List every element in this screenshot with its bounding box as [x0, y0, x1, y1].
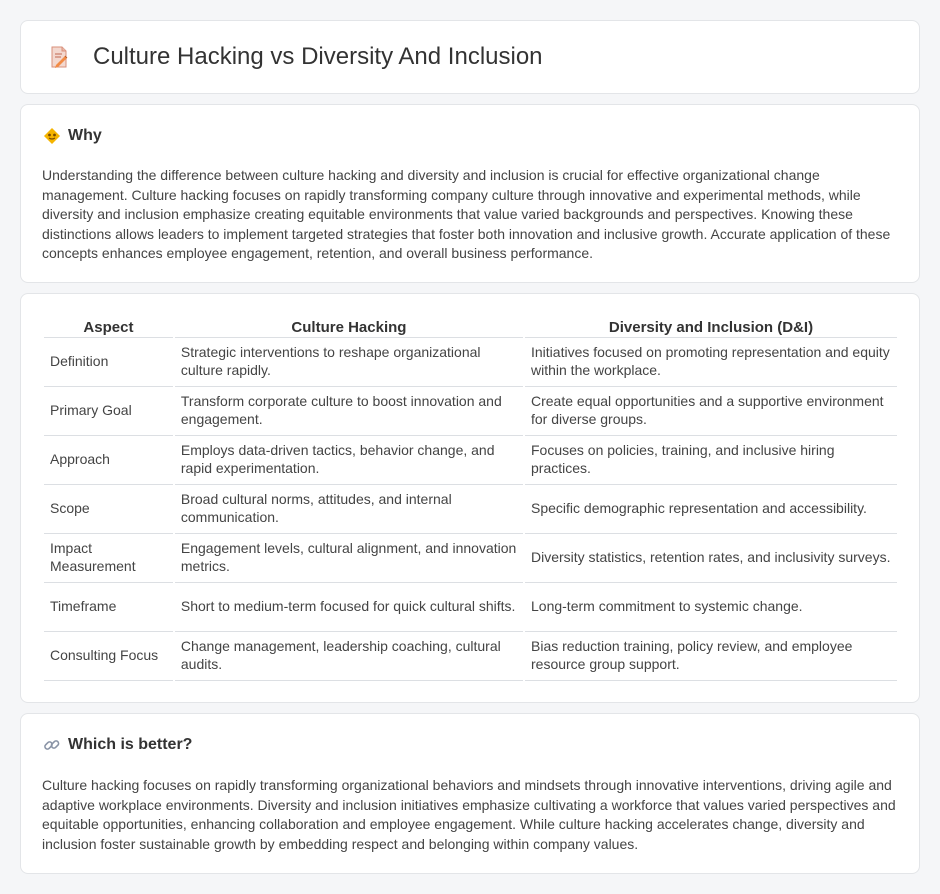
aspect-cell: Scope [44, 485, 173, 534]
table-row: Definition Strategic interventions to re… [44, 338, 897, 387]
why-body: Understanding the difference between cul… [42, 167, 891, 262]
aspect-cell: Impact Measurement [44, 534, 173, 583]
table-header-row: Aspect Culture Hacking Diversity and Inc… [44, 316, 897, 338]
culture-hacking-cell: Short to medium-term focused for quick c… [174, 583, 523, 632]
table-row: Approach Employs data-driven tactics, be… [44, 436, 897, 485]
culture-hacking-cell: Transform corporate culture to boost inn… [174, 387, 523, 436]
header-culture-hacking: Culture Hacking [174, 316, 523, 338]
comparison-card: Aspect Culture Hacking Diversity and Inc… [20, 293, 920, 703]
diversity-inclusion-cell: Bias reduction training, policy review, … [525, 632, 897, 681]
table-row: Timeframe Short to medium-term focused f… [44, 583, 897, 632]
why-title: Why [68, 127, 102, 144]
header-aspect: Aspect [44, 316, 173, 338]
culture-hacking-cell: Broad cultural norms, attitudes, and int… [174, 485, 523, 534]
document-pencil-icon [47, 45, 71, 69]
aspect-cell: Consulting Focus [44, 632, 173, 681]
light-bulb-icon [43, 127, 61, 145]
comparison-table: Aspect Culture Hacking Diversity and Inc… [42, 316, 899, 681]
which-better-body: Culture hacking focuses on rapidly trans… [42, 777, 896, 852]
diversity-inclusion-cell: Long-term commitment to systemic change. [525, 583, 897, 632]
culture-hacking-cell: Engagement levels, cultural alignment, a… [174, 534, 523, 583]
culture-hacking-cell: Strategic interventions to reshape organ… [174, 338, 523, 387]
aspect-cell: Approach [44, 436, 173, 485]
table-row: Impact Measurement Engagement levels, cu… [44, 534, 897, 583]
header-diversity-inclusion: Diversity and Inclusion (D&I) [525, 316, 897, 338]
which-better-section: Which is better? Culture hacking focuses… [20, 713, 920, 874]
diversity-inclusion-cell: Initiatives focused on promoting represe… [525, 338, 897, 387]
page-title: Culture Hacking vs Diversity And Inclusi… [93, 43, 543, 70]
diversity-inclusion-cell: Specific demographic representation and … [525, 485, 897, 534]
table-row: Primary Goal Transform corporate culture… [44, 387, 897, 436]
header-card: Culture Hacking vs Diversity And Inclusi… [20, 20, 920, 94]
aspect-cell: Primary Goal [44, 387, 173, 436]
diversity-inclusion-cell: Create equal opportunities and a support… [525, 387, 897, 436]
which-better-title: Which is better? [68, 736, 193, 753]
culture-hacking-cell: Change management, leadership coaching, … [174, 632, 523, 681]
culture-hacking-cell: Employs data-driven tactics, behavior ch… [174, 436, 523, 485]
link-icon [43, 736, 61, 754]
aspect-cell: Timeframe [44, 583, 173, 632]
table-row: Scope Broad cultural norms, attitudes, a… [44, 485, 897, 534]
table-row: Consulting Focus Change management, lead… [44, 632, 897, 681]
aspect-cell: Definition [44, 338, 173, 387]
diversity-inclusion-cell: Diversity statistics, retention rates, a… [525, 534, 897, 583]
diversity-inclusion-cell: Focuses on policies, training, and inclu… [525, 436, 897, 485]
why-section: Why Understanding the difference between… [20, 104, 920, 283]
